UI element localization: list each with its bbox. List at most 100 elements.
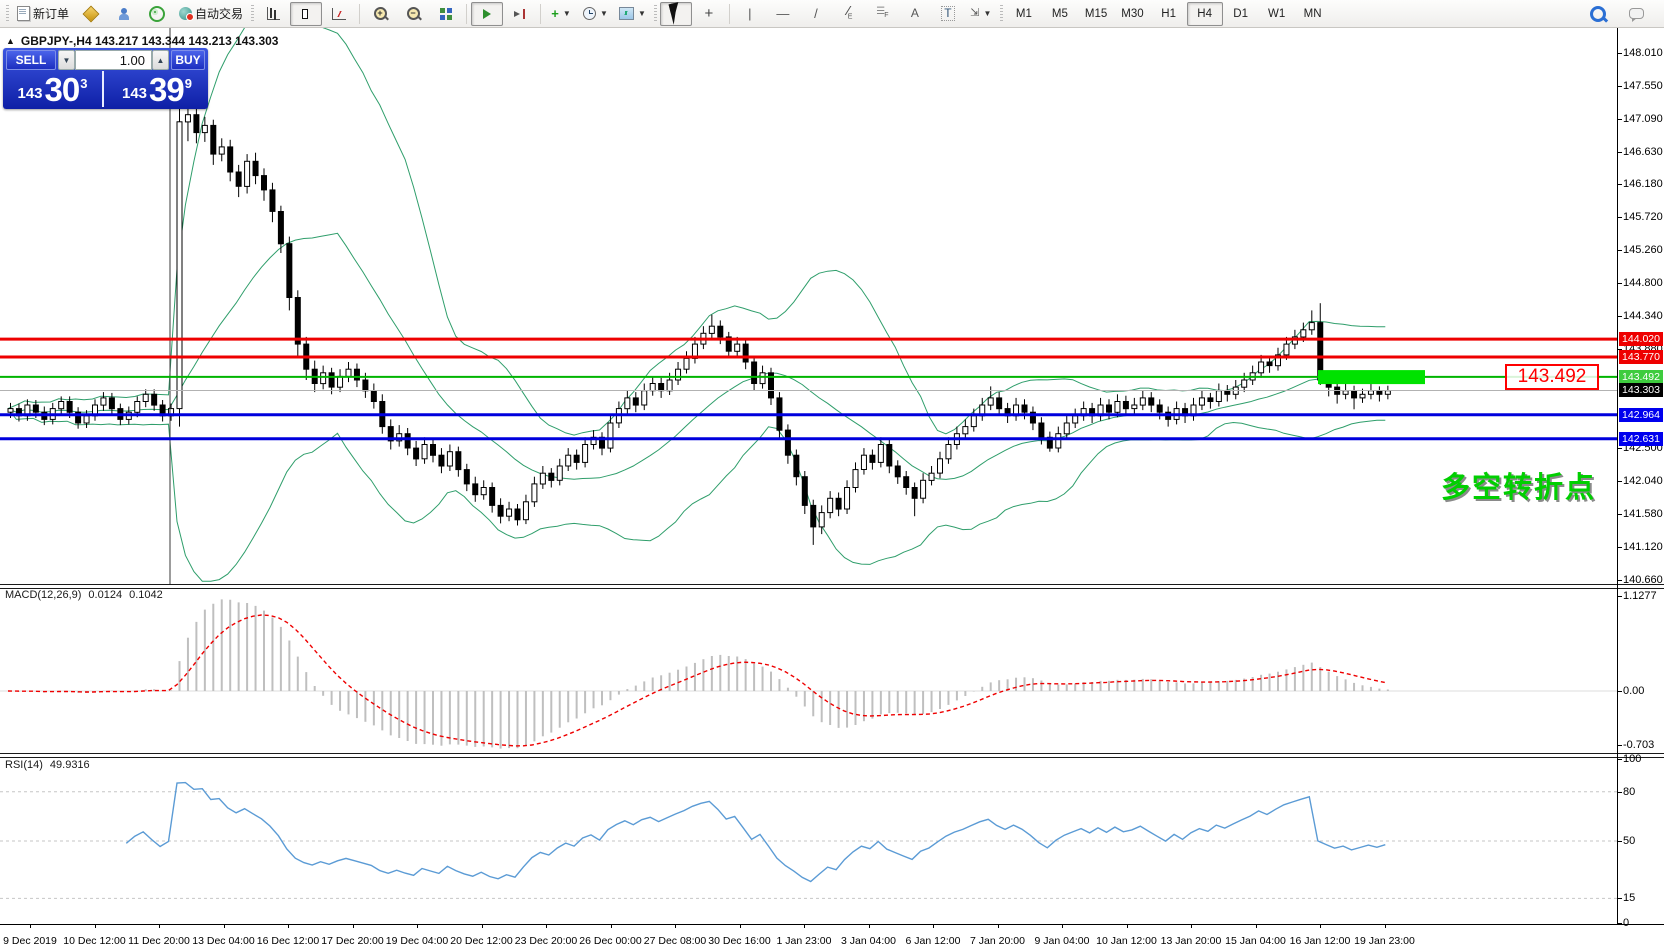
macd-axis-min: -0.703 bbox=[1623, 739, 1654, 751]
price-tick-144.800: 144.800 bbox=[1623, 277, 1663, 289]
buy-button[interactable]: BUY bbox=[171, 50, 205, 70]
price-level-annotation[interactable]: 143.492 bbox=[1505, 364, 1599, 390]
rsi-pane[interactable] bbox=[0, 757, 1617, 924]
date-tick-label: 16 Dec 12:00 bbox=[257, 935, 319, 947]
text-label-tool-button[interactable]: T bbox=[932, 2, 964, 26]
bar-chart-mode-button[interactable] bbox=[257, 2, 289, 26]
date-tick-label: 7 Jan 20:00 bbox=[970, 935, 1025, 947]
date-tick-label: 11 Dec 20:00 bbox=[128, 935, 190, 947]
zoom-in-button[interactable]: + bbox=[364, 2, 396, 26]
one-click-trading-panel: SELL ▼ 1.00 ▲ BUY 143 30 3 143 39 9 bbox=[3, 48, 208, 109]
date-tick-label: 19 Jan 23:00 bbox=[1354, 935, 1415, 947]
tab-timeframe-h4[interactable]: H4 bbox=[1187, 2, 1223, 26]
templates-icon bbox=[619, 7, 634, 20]
auto-scroll-icon bbox=[483, 9, 491, 19]
rsi-axis-15: 15 bbox=[1623, 892, 1635, 904]
macd-axis-max: 1.1277 bbox=[1623, 590, 1657, 602]
templates-button[interactable]: ▼ bbox=[614, 2, 651, 26]
rsi-axis-50: 50 bbox=[1623, 835, 1635, 847]
profile-button[interactable] bbox=[75, 2, 107, 26]
date-tick-label: 15 Jan 04:00 bbox=[1225, 935, 1286, 947]
buy-price-display[interactable]: 143 39 9 bbox=[106, 71, 208, 107]
macd-value-main: 0.0124 bbox=[88, 589, 122, 601]
date-tick-label: 9 Jan 04:00 bbox=[1035, 935, 1090, 947]
strategy-tester-button[interactable] bbox=[108, 2, 140, 26]
macd-name: MACD(12,26,9) bbox=[5, 589, 81, 601]
signals-button[interactable] bbox=[141, 2, 173, 26]
dropdown-arrow-icon: ▼ bbox=[984, 9, 992, 18]
tab-timeframe-m15[interactable]: M15 bbox=[1078, 2, 1114, 26]
crosshair-tool-button[interactable]: + bbox=[693, 2, 725, 26]
price-tick-147.550: 147.550 bbox=[1623, 80, 1663, 92]
date-tick-label: 19 Dec 04:00 bbox=[386, 935, 448, 947]
sell-price-base: 143 bbox=[18, 85, 43, 102]
buy-price-big: 39 bbox=[149, 75, 184, 105]
date-tick-label: 27 Dec 08:00 bbox=[644, 935, 706, 947]
volume-decrease-button[interactable]: ▼ bbox=[58, 50, 75, 70]
volume-increase-button[interactable]: ▲ bbox=[152, 50, 169, 70]
sell-button[interactable]: SELL bbox=[6, 50, 56, 70]
horizontal-line-tool-button[interactable]: — bbox=[767, 2, 799, 26]
line-price-tag-142.631: 142.631 bbox=[1619, 432, 1663, 446]
bollinger-upper-band bbox=[8, 28, 1385, 435]
volume-input[interactable]: 1.00 bbox=[75, 50, 152, 70]
vertical-line-tool-button[interactable]: | bbox=[734, 2, 766, 26]
auto-trading-label: 自动交易 bbox=[195, 5, 243, 22]
tab-timeframe-m1[interactable]: M1 bbox=[1006, 2, 1042, 26]
cursor-tool-button[interactable] bbox=[660, 2, 692, 26]
auto-scroll-button[interactable] bbox=[471, 2, 503, 26]
tab-timeframe-m5[interactable]: M5 bbox=[1042, 2, 1078, 26]
new-order-label: 新订单 bbox=[33, 5, 69, 22]
date-tick-label: 3 Jan 04:00 bbox=[841, 935, 896, 947]
line-chart-mode-button[interactable] bbox=[323, 2, 355, 26]
dropdown-arrow-icon: ▼ bbox=[563, 9, 571, 18]
sell-price-display[interactable]: 143 30 3 bbox=[3, 71, 104, 107]
tab-timeframe-d1[interactable]: D1 bbox=[1223, 2, 1259, 26]
tab-timeframe-h1[interactable]: H1 bbox=[1151, 2, 1187, 26]
zoom-out-button[interactable]: − bbox=[397, 2, 429, 26]
channel-tool-button[interactable]: ∕∕E bbox=[833, 2, 865, 26]
line-price-tag-143.770: 143.770 bbox=[1619, 350, 1663, 364]
date-tick-label: 16 Jan 12:00 bbox=[1290, 935, 1351, 947]
tile-windows-button[interactable] bbox=[430, 2, 462, 26]
one-click-collapse-arrow[interactable]: ▲ bbox=[6, 36, 15, 46]
tab-timeframe-m30[interactable]: M30 bbox=[1114, 2, 1150, 26]
main-price-pane[interactable] bbox=[0, 28, 1617, 584]
chart-shift-button[interactable] bbox=[504, 2, 536, 26]
search-button[interactable] bbox=[1582, 2, 1614, 26]
price-tick-148.010: 148.010 bbox=[1623, 47, 1663, 59]
toolbar-drag-handle[interactable] bbox=[6, 5, 9, 23]
tab-timeframe-w1[interactable]: W1 bbox=[1259, 2, 1295, 26]
arrows-icon: ⇲ bbox=[970, 7, 979, 20]
date-tick-label: 13 Jan 20:00 bbox=[1161, 935, 1222, 947]
date-tick-label: 9 Dec 2019 bbox=[3, 935, 57, 947]
fibonacci-tool-button[interactable]: ☰F bbox=[866, 2, 898, 26]
trendline-tool-button[interactable]: / bbox=[800, 2, 832, 26]
date-tick-label: 10 Jan 12:00 bbox=[1096, 935, 1157, 947]
toolbar-drag-handle[interactable] bbox=[1000, 5, 1003, 23]
indicators-button[interactable]: +▼ bbox=[545, 2, 577, 26]
periods-button[interactable]: ▼ bbox=[578, 2, 613, 26]
rsi-line bbox=[126, 783, 1385, 882]
text-tool-icon: A bbox=[911, 7, 919, 20]
toolbar-drag-handle[interactable] bbox=[251, 5, 254, 23]
search-icon bbox=[1590, 6, 1606, 22]
buy-price-base: 143 bbox=[122, 85, 147, 102]
toolbar-drag-handle[interactable] bbox=[654, 5, 657, 23]
spinner-down-icon: ▼ bbox=[63, 56, 71, 65]
auto-trading-icon bbox=[179, 7, 192, 20]
candle-chart-mode-button[interactable] bbox=[290, 2, 322, 26]
trendline-icon: / bbox=[814, 7, 818, 20]
turning-point-annotation[interactable]: 多空转折点 bbox=[1441, 464, 1596, 506]
tab-timeframe-mn[interactable]: MN bbox=[1295, 2, 1331, 26]
sell-price-big: 30 bbox=[45, 75, 80, 105]
macd-pane[interactable] bbox=[0, 588, 1617, 753]
tester-person-icon bbox=[118, 8, 130, 20]
text-tool-button[interactable]: A bbox=[899, 2, 931, 26]
chat-button[interactable] bbox=[1620, 2, 1652, 26]
arrows-tool-button[interactable]: ⇲▼ bbox=[965, 2, 997, 26]
auto-trading-button[interactable]: 自动交易 bbox=[174, 2, 248, 26]
date-tick-label: 30 Dec 16:00 bbox=[708, 935, 770, 947]
rsi-axis-100: 100 bbox=[1623, 753, 1641, 765]
new-order-button[interactable]: 新订单 bbox=[12, 2, 74, 26]
